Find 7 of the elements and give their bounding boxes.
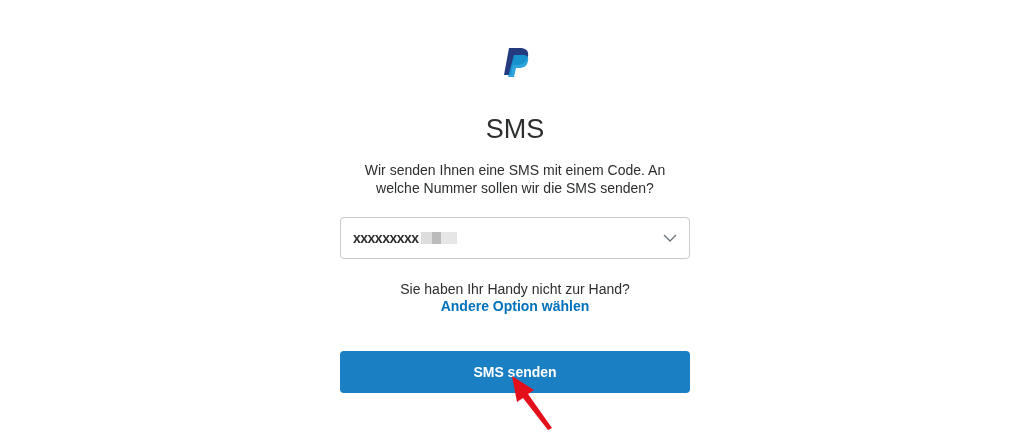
send-sms-button[interactable]: SMS senden <box>340 351 690 393</box>
description-text: Wir senden Ihnen eine SMS mit einem Code. An welche Nummer sollen wir die SMS senden? <box>363 161 667 197</box>
other-option-link[interactable]: Andere Option wählen <box>440 298 590 315</box>
chevron-down-icon <box>663 233 677 243</box>
page-title: SMS <box>485 116 545 143</box>
phone-select[interactable]: xxxxxxxxx <box>340 217 690 259</box>
help-text: Sie haben Ihr Handy nicht zur Hand? Andere Option wählen <box>399 281 631 315</box>
